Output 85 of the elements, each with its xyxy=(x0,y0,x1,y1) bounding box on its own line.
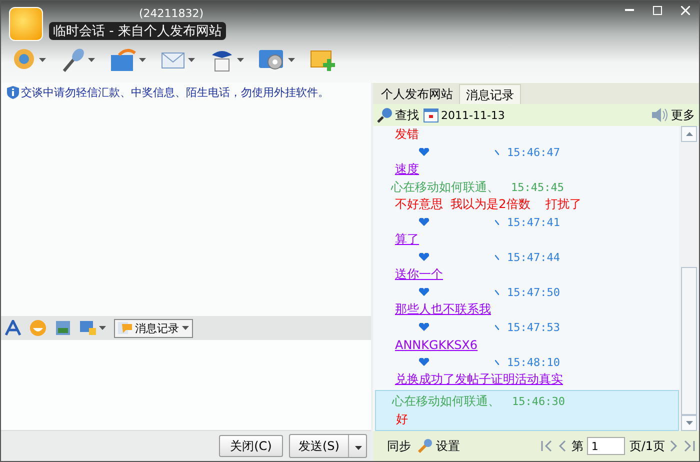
message-time: 15:47:44 xyxy=(507,250,560,264)
maximize-icon xyxy=(652,6,662,14)
previous-page-button[interactable] xyxy=(557,440,568,452)
last-page-button[interactable] xyxy=(683,440,695,452)
scroll-down-button[interactable] xyxy=(681,415,697,431)
tab[interactable]: 消息记录 xyxy=(459,84,521,104)
folder-icon[interactable] xyxy=(109,47,137,73)
dropdown-arrow-icon[interactable] xyxy=(39,58,46,62)
minimize-icon xyxy=(624,9,634,11)
first-page-icon xyxy=(541,440,554,452)
search-icon xyxy=(377,107,393,123)
dropdown-arrow-icon[interactable] xyxy=(288,58,295,62)
message-text: 不好意思 我以为是2倍数 打扰了 xyxy=(395,196,582,214)
tab[interactable]: 个人发布网站 xyxy=(375,84,459,104)
dropdown-arrow-icon[interactable] xyxy=(139,58,146,62)
more-button[interactable]: 更多 xyxy=(651,106,695,124)
message-link[interactable]: ANNKGKKSX6 xyxy=(395,338,478,352)
next-icon xyxy=(669,440,679,452)
message-text: 发错 xyxy=(395,126,419,144)
heart-icon xyxy=(419,148,429,156)
send-main-button[interactable]: 发送(S) xyxy=(290,435,348,457)
dropdown-arrow-icon[interactable] xyxy=(188,58,195,62)
previous-icon xyxy=(557,440,568,452)
down-arrow-icon xyxy=(686,421,692,425)
font-icon[interactable] xyxy=(5,320,21,336)
tick-mark-icon xyxy=(495,254,499,260)
info-shield-icon xyxy=(7,86,19,99)
message-link[interactable]: 兑换成功了发帖子证明活动真实 xyxy=(395,371,563,388)
dropdown-arrow-icon[interactable] xyxy=(88,58,95,62)
heart-icon xyxy=(419,358,429,366)
message-text: 好 xyxy=(396,410,408,428)
message-time: 15:47:50 xyxy=(507,286,560,299)
scroll-up-button[interactable] xyxy=(681,126,697,142)
message-time: 15:46:47 xyxy=(507,146,560,159)
tick-mark-icon xyxy=(495,360,499,365)
tick-mark-icon xyxy=(495,324,499,330)
message-time: 15:48:10 xyxy=(507,356,560,369)
page-total: 页/1页 xyxy=(629,438,665,454)
contact-avatar xyxy=(9,7,43,41)
speaker-icon xyxy=(651,107,669,123)
tick-mark-icon xyxy=(495,220,499,225)
next-page-button[interactable] xyxy=(669,440,679,452)
chat-bubble-icon xyxy=(118,321,132,335)
sync-button[interactable]: 同步 xyxy=(387,438,411,454)
message-link[interactable]: 送你一个 xyxy=(395,266,443,284)
last-page-icon xyxy=(683,440,695,452)
close-icon xyxy=(680,6,690,14)
message-history-button[interactable]: 消息记录 xyxy=(114,318,193,338)
heart-icon xyxy=(419,288,429,296)
dropdown-arrow-icon[interactable] xyxy=(182,326,189,330)
heart-icon xyxy=(419,253,429,262)
page-prefix: 第 xyxy=(571,438,584,454)
search-button[interactable]: 查找 xyxy=(377,106,419,124)
tick-mark-icon xyxy=(495,150,499,155)
microphone-icon[interactable] xyxy=(60,47,86,73)
close-chat-button[interactable]: 关闭(C) xyxy=(219,435,283,457)
screenshot-icon[interactable] xyxy=(79,320,97,336)
safety-notice: 交谈中请勿轻信汇款、中奖信息、陌生电话，勿使用外挂软件。 xyxy=(21,85,329,100)
message-time: 15:47:53 xyxy=(507,320,560,334)
first-page-button[interactable] xyxy=(541,440,554,452)
dropdown-arrow-icon[interactable] xyxy=(99,326,106,330)
page-input[interactable]: 1 xyxy=(587,437,626,455)
scrollbar-thumb[interactable] xyxy=(681,267,697,415)
sender-name: 心在移动如何联通、 xyxy=(392,393,500,410)
settings-button[interactable]: 设置 xyxy=(417,438,460,454)
date-picker[interactable]: 2011-11-13 xyxy=(423,107,505,123)
calendar-icon xyxy=(423,107,439,123)
up-arrow-icon xyxy=(686,132,692,136)
message-link[interactable]: 算了 xyxy=(395,231,419,248)
message-time: 15:46:30 xyxy=(512,395,565,408)
message-link[interactable]: 速度 xyxy=(395,161,419,178)
heart-icon xyxy=(419,323,429,332)
dropdown-arrow-icon[interactable] xyxy=(237,58,244,62)
sender-name: 心在移动如何联通、 xyxy=(391,178,499,196)
message-time: 15:45:45 xyxy=(511,180,564,194)
window-title: 临时会话 - 来自个人发布网站 xyxy=(49,22,226,40)
contact-id: (24211832) xyxy=(139,7,205,20)
image-icon[interactable] xyxy=(55,320,71,336)
heart-icon xyxy=(419,218,429,226)
tick-mark-icon xyxy=(495,290,499,295)
send-button[interactable]: 发送(S) xyxy=(289,434,367,458)
message-link[interactable]: 那些人也不联系我 xyxy=(395,301,491,318)
wrench-icon xyxy=(417,438,433,454)
caret-icon xyxy=(355,446,362,450)
message-time: 15:47:41 xyxy=(507,216,560,229)
